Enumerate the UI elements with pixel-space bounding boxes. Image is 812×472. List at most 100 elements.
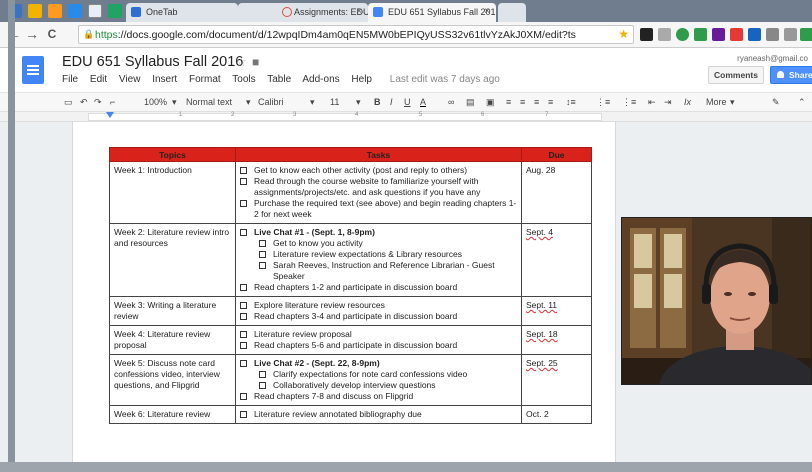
- checkbox-icon[interactable]: [240, 411, 247, 418]
- align-center-icon[interactable]: ≡: [520, 97, 525, 107]
- docs-logo-icon[interactable]: [22, 56, 44, 84]
- topic-cell[interactable]: Week 2: Literature review intro and reso…: [109, 223, 236, 297]
- checkbox-icon[interactable]: [240, 284, 247, 291]
- comment-icon[interactable]: ▤: [466, 97, 475, 108]
- bold-icon[interactable]: B: [374, 97, 381, 107]
- menu-tools[interactable]: Tools: [232, 74, 255, 85]
- undo-icon[interactable]: ↶: [80, 97, 88, 108]
- underline-icon[interactable]: U: [404, 97, 411, 107]
- extension-icon[interactable]: [800, 28, 812, 41]
- due-cell[interactable]: Sept. 25: [521, 354, 592, 406]
- close-icon[interactable]: ×: [484, 6, 490, 17]
- tasks-cell[interactable]: Get to know each other activity (post an…: [235, 161, 522, 224]
- table-row[interactable]: Week 1: Introduction Get to know each oth…: [109, 161, 592, 224]
- checkbox-icon[interactable]: [240, 200, 247, 207]
- redo-icon[interactable]: ↷: [94, 97, 102, 108]
- star-icon[interactable]: ☆: [236, 55, 247, 69]
- align-left-icon[interactable]: ≡: [506, 97, 511, 107]
- pinned-tab-icon[interactable]: [88, 4, 102, 18]
- last-edit-link[interactable]: Last edit was 7 days ago: [390, 74, 500, 85]
- checkbox-icon[interactable]: [259, 262, 266, 269]
- pinned-tab-icon[interactable]: [48, 4, 62, 18]
- extension-icon[interactable]: [748, 28, 761, 41]
- collapse-icon[interactable]: ⌃: [798, 97, 806, 108]
- folder-icon[interactable]: ■: [252, 55, 259, 69]
- pinned-tab-icon[interactable]: [28, 4, 42, 18]
- extension-icon[interactable]: [784, 28, 797, 41]
- more-button[interactable]: More: [706, 97, 727, 107]
- tasks-cell[interactable]: Literature review proposal Read chapters …: [235, 325, 522, 355]
- line-spacing-icon[interactable]: ↕≡: [566, 97, 576, 107]
- tasks-cell[interactable]: Live Chat #1 - (Sept. 1, 8-9pm) Get to kn…: [235, 223, 522, 297]
- tasks-cell[interactable]: Explore literature review resources Read …: [235, 296, 522, 326]
- share-button[interactable]: Share: [770, 66, 812, 84]
- clear-formatting-icon[interactable]: Ix: [684, 97, 691, 107]
- table-row[interactable]: Week 2: Literature review intro and reso…: [109, 223, 592, 297]
- align-right-icon[interactable]: ≡: [534, 97, 539, 107]
- topic-cell[interactable]: Week 6: Literature review: [109, 405, 236, 424]
- pinned-tab-icon[interactable]: [108, 4, 122, 18]
- table-row[interactable]: Week 4: Literature review proposal Litera…: [109, 325, 592, 355]
- print-icon[interactable]: ▭: [64, 97, 73, 108]
- extension-icon[interactable]: [766, 28, 779, 41]
- bookmark-star-icon[interactable]: ★: [618, 27, 629, 41]
- bulleted-list-icon[interactable]: ⋮≡: [622, 97, 636, 108]
- checkbox-icon[interactable]: [240, 360, 247, 367]
- increase-indent-icon[interactable]: ⇥: [664, 97, 672, 108]
- tasks-cell[interactable]: Literature review annotated bibliography…: [235, 405, 522, 424]
- decrease-indent-icon[interactable]: ⇤: [648, 97, 656, 108]
- menu-add-ons[interactable]: Add-ons: [302, 74, 339, 85]
- new-tab-button[interactable]: [498, 3, 526, 22]
- checkbox-icon[interactable]: [259, 240, 266, 247]
- pinned-tab-icon[interactable]: [68, 4, 82, 18]
- checkbox-icon[interactable]: [259, 371, 266, 378]
- paint-format-icon[interactable]: ⌐: [110, 97, 115, 107]
- indent-marker[interactable]: [106, 112, 114, 118]
- due-cell[interactable]: Aug. 28: [521, 161, 592, 224]
- font-size-select[interactable]: 11: [330, 97, 339, 107]
- due-cell[interactable]: Sept. 11: [521, 296, 592, 326]
- checkbox-icon[interactable]: [240, 167, 247, 174]
- table-row[interactable]: Week 5: Discuss note card confessions vi…: [109, 354, 592, 406]
- topic-cell[interactable]: Week 4: Literature review proposal: [109, 325, 236, 355]
- extension-icon[interactable]: [694, 28, 707, 41]
- menu-file[interactable]: File: [62, 74, 78, 85]
- pen-icon[interactable]: ✎: [772, 97, 780, 108]
- due-cell[interactable]: Sept. 18: [521, 325, 592, 355]
- checkbox-icon[interactable]: [240, 393, 247, 400]
- topic-cell[interactable]: Week 1: Introduction: [109, 161, 236, 224]
- tab-syllabus[interactable]: EDU 651 Syllabus Fall 201 ×: [368, 3, 496, 22]
- menu-view[interactable]: View: [119, 74, 141, 85]
- checkbox-icon[interactable]: [240, 342, 247, 349]
- tab-onetab[interactable]: OneTab: [126, 3, 238, 22]
- align-justify-icon[interactable]: ≡: [548, 97, 553, 107]
- extension-icon[interactable]: [640, 28, 653, 41]
- checkbox-icon[interactable]: [240, 331, 247, 338]
- font-select[interactable]: Calibri: [258, 97, 284, 107]
- extension-icon[interactable]: [676, 28, 689, 41]
- tasks-cell[interactable]: Live Chat #2 - (Sept. 22, 8-9pm) Clarify …: [235, 354, 522, 406]
- checkbox-icon[interactable]: [240, 178, 247, 185]
- topic-cell[interactable]: Week 3: Writing a literature review: [109, 296, 236, 326]
- close-icon[interactable]: ×: [356, 6, 362, 17]
- link-icon[interactable]: ∞: [448, 97, 454, 107]
- text-color-icon[interactable]: A: [420, 97, 426, 107]
- url-input[interactable]: 🔒 https://docs.google.com/document/d/12w…: [78, 25, 634, 44]
- document-page[interactable]: Topics Tasks Due Week 1: Introduction Get…: [72, 122, 616, 462]
- reload-button[interactable]: C: [44, 27, 60, 41]
- checkbox-icon[interactable]: [240, 229, 247, 236]
- checkbox-icon[interactable]: [240, 302, 247, 309]
- extension-icon[interactable]: [658, 28, 671, 41]
- comments-button[interactable]: Comments: [708, 66, 764, 84]
- menu-insert[interactable]: Insert: [152, 74, 177, 85]
- checkbox-icon[interactable]: [259, 382, 266, 389]
- checkbox-icon[interactable]: [259, 251, 266, 258]
- checkbox-icon[interactable]: [240, 313, 247, 320]
- due-cell[interactable]: Sept. 4: [521, 223, 592, 297]
- table-row[interactable]: Week 6: Literature review Literature revi…: [109, 405, 592, 424]
- style-select[interactable]: Normal text: [186, 97, 232, 107]
- topic-cell[interactable]: Week 5: Discuss note card confessions vi…: [109, 354, 236, 406]
- syllabus-table[interactable]: Topics Tasks Due Week 1: Introduction Get…: [109, 147, 592, 424]
- menu-table[interactable]: Table: [267, 74, 291, 85]
- extension-icon[interactable]: [730, 28, 743, 41]
